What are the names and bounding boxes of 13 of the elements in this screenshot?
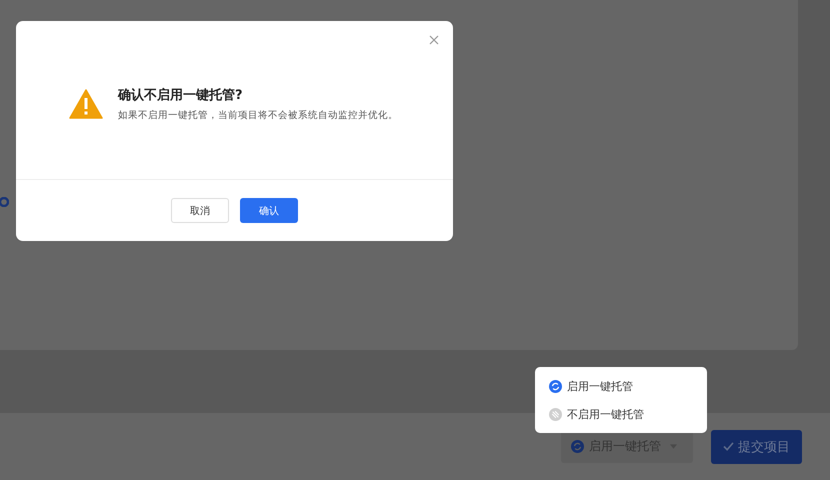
sync-icon [549,380,562,392]
warning-icon [69,89,103,119]
dialog-message: 如果不启用一键托管，当前项目将不会被系统自动监控并优化。 [118,109,398,122]
confirm-button[interactable]: 确认 [240,198,298,223]
dialog-title: 确认不启用一键托管? [118,86,244,104]
cancel-button[interactable]: 取消 [171,198,229,223]
sync-icon [571,440,584,453]
close-icon[interactable] [429,35,439,45]
menu-item[interactable]: 不启用一键托管 [535,403,707,425]
radio-icon [0,197,9,207]
menu-item[interactable]: 启用一键托管 [535,375,707,397]
check-icon [723,442,734,451]
disabled-icon [549,408,562,420]
